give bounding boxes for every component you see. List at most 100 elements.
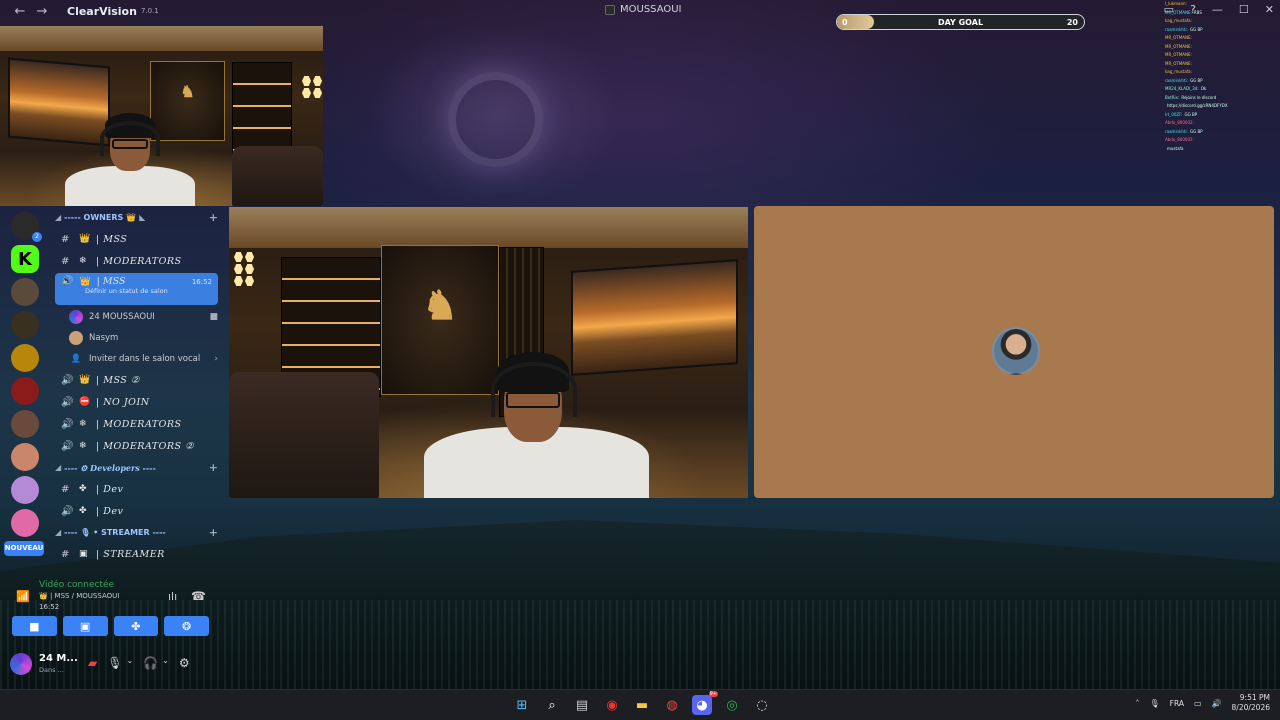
arrow-right-icon[interactable]: → [31, 4, 53, 19]
channel-item[interactable]: 🔊 ❄ | MODERATORS ② [55, 435, 218, 457]
chat-username: MR_OTMANE: [1165, 43, 1192, 49]
chevron-down-icon[interactable]: ⌄ [126, 656, 133, 670]
goal-target: 20 [1066, 18, 1078, 27]
channel-item[interactable]: # ❄ | MODERATORS [55, 250, 218, 272]
obs-icon[interactable]: ◌ [752, 695, 772, 715]
microphone-icon[interactable]: 🎙 [1149, 699, 1159, 708]
server-icon-server-7[interactable] [11, 410, 39, 438]
language-indicator[interactable]: FRA [1170, 699, 1184, 708]
member-avatar [69, 330, 83, 345]
activities-button[interactable]: ✤ [113, 616, 159, 636]
chat-message: I_lukmann: [1165, 0, 1277, 9]
server-rail: 2K [0, 207, 50, 577]
headphones-icon[interactable]: 🎧 [143, 656, 158, 670]
stream-app-icon [605, 4, 615, 15]
display-icon[interactable]: ▭ [1194, 699, 1202, 708]
add-channel-icon[interactable]: + [209, 211, 218, 224]
chevron-down-icon: ◢ [55, 213, 62, 222]
voice-action-buttons: ■ ▣ ✤ ❂ [12, 616, 209, 636]
channel-item[interactable]: 🔊 ⛔ | NO JOIN [55, 391, 218, 413]
main-video-stream[interactable]: ♞ [229, 207, 748, 498]
server-icon-server-8[interactable] [11, 443, 39, 471]
taskbar: ⊞ ⌕ ▤ ◉ ▬ ◍ ◕ 9+ ◎ ◌ ˄ 🎙 FRA ▭ 🔊 9:51 PM … [0, 689, 1280, 720]
signal-icon[interactable]: 📶 [16, 590, 30, 603]
discord-icon[interactable]: ◕ 9+ [692, 691, 718, 715]
gear-icon[interactable]: ⚙ [179, 656, 190, 670]
server-icon-server-1[interactable]: 2 [11, 212, 42, 242]
set-channel-status[interactable]: Définir un statut de salon [85, 287, 212, 295]
server-icon-kick-server[interactable]: K [11, 245, 39, 273]
windows-start-icon[interactable]: ⊞ [512, 695, 532, 715]
user-panel: 24 M... Dans ... ▰ 🎙 ⌄ 🎧 ⌄ ⚙ [10, 650, 220, 678]
participant-avatar [992, 327, 1040, 375]
voice-location[interactable]: 👑 | MSS / MOUSSAOUI [39, 592, 119, 600]
chat-username: MR_OTMANE: [1165, 9, 1192, 15]
soundboard-button[interactable]: ❂ [164, 616, 209, 636]
add-channel-icon[interactable]: + [209, 526, 218, 539]
chevron-up-icon[interactable]: ˄ [1135, 699, 1139, 708]
channel-name: | Dev [96, 505, 124, 517]
screen-share-button[interactable]: ▣ [62, 616, 108, 636]
channel-item[interactable]: 🔊 ✤ | Dev [55, 500, 218, 522]
chat-username: BotRix: [1165, 94, 1180, 100]
category-streamer-label: ---- 🎙 • STREAMER ---- [64, 528, 166, 537]
new-badge[interactable]: NOUVEAU [4, 541, 44, 556]
channel-name: | Dev [96, 483, 124, 495]
camera-button[interactable]: ■ [12, 616, 57, 636]
invite-to-voice[interactable]: 👤 Inviter dans le salon vocal › [55, 348, 218, 369]
channel-emoji: 👑 [79, 234, 91, 244]
arrow-left-icon[interactable]: ← [9, 4, 31, 19]
spotify-icon[interactable]: ◎ [722, 695, 742, 715]
active-channel-time: 16:52 [191, 277, 212, 286]
chat-text: https://discord.gg/zRN4DFYDX [1167, 103, 1228, 108]
channel-item[interactable]: # 👑 | MSS [55, 228, 218, 250]
chevron-right-icon: › [214, 353, 218, 364]
app-red-icon[interactable]: ◉ [602, 695, 622, 715]
chevron-down-icon[interactable]: ⌄ [162, 656, 169, 670]
notification-badge: 2 [32, 232, 42, 242]
volume-icon[interactable]: 🔊 [1212, 699, 1222, 708]
task-view-icon[interactable]: ▤ [572, 695, 592, 715]
server-icon-server-6[interactable] [11, 377, 39, 405]
invite-label: Inviter dans le salon vocal [89, 353, 201, 364]
category-streamer[interactable]: ◢ ---- 🎙 • STREAMER ---- + [55, 522, 218, 543]
server-icon-server-10[interactable] [11, 509, 39, 537]
active-voice-channel[interactable]: 🔊 👑 | MSS 16:52 Définir un statut de sal… [55, 273, 218, 305]
channel-emoji: ❄ [79, 256, 88, 266]
server-icon-server-3[interactable] [11, 278, 39, 306]
server-icon-server-5[interactable] [11, 344, 39, 372]
channel-emoji: ✤ [79, 484, 88, 494]
channel-item[interactable]: # ▣ | STREAMER [55, 543, 218, 565]
disconnect-icon[interactable]: ☎ [191, 589, 206, 603]
member-item[interactable]: 24 MOUSSAOUI ■ [55, 306, 218, 327]
member-avatar [69, 309, 83, 324]
noise-suppression-icon[interactable]: ılı [168, 590, 177, 603]
clock[interactable]: 9:51 PM 8/20/2026 [1232, 693, 1270, 713]
category-developers[interactable]: ◢ ---- ⚙ Developers ---- + [55, 457, 218, 478]
voice-time: 16:52 [39, 603, 60, 611]
search-icon[interactable]: ⌕ [542, 695, 562, 715]
chat-text: GG BP [1189, 77, 1203, 83]
goal-label: DAY GOAL [937, 18, 984, 27]
category-owners[interactable]: ◢ ----- OWNERS 👑 ◣ + [55, 207, 218, 228]
member-item[interactable]: Nasym [55, 327, 218, 348]
chevron-down-icon: ◢ [55, 463, 62, 472]
chat-username: Abdo_800002: [1165, 120, 1194, 125]
chat-text: Ok [1200, 86, 1207, 91]
channel-item[interactable]: 🔊 ❄ | MODERATORS [55, 413, 218, 435]
speaker-icon: 🔊 [61, 276, 74, 287]
chrome-icon[interactable]: ◍ [662, 695, 682, 715]
microphone-icon[interactable]: 🎙 [107, 656, 122, 670]
server-icon-server-4[interactable] [11, 311, 39, 339]
channel-item[interactable]: 🔊 👑 | MSS ② [55, 369, 218, 391]
voice-connected-label: Vidéo connectée [39, 580, 115, 590]
add-channel-icon[interactable]: + [209, 461, 218, 474]
channel-item[interactable]: # ✤ | Dev [55, 478, 218, 500]
stream-off-icon[interactable]: ▰ [88, 656, 97, 670]
speaker-icon: 🔊 [61, 396, 74, 408]
file-explorer-icon[interactable]: ▬ [632, 695, 652, 715]
server-icon-server-9[interactable] [11, 476, 39, 504]
speaker-icon: 🔊 [61, 374, 74, 386]
channel-emoji: 👑 [79, 375, 91, 385]
avatar[interactable] [10, 653, 32, 675]
